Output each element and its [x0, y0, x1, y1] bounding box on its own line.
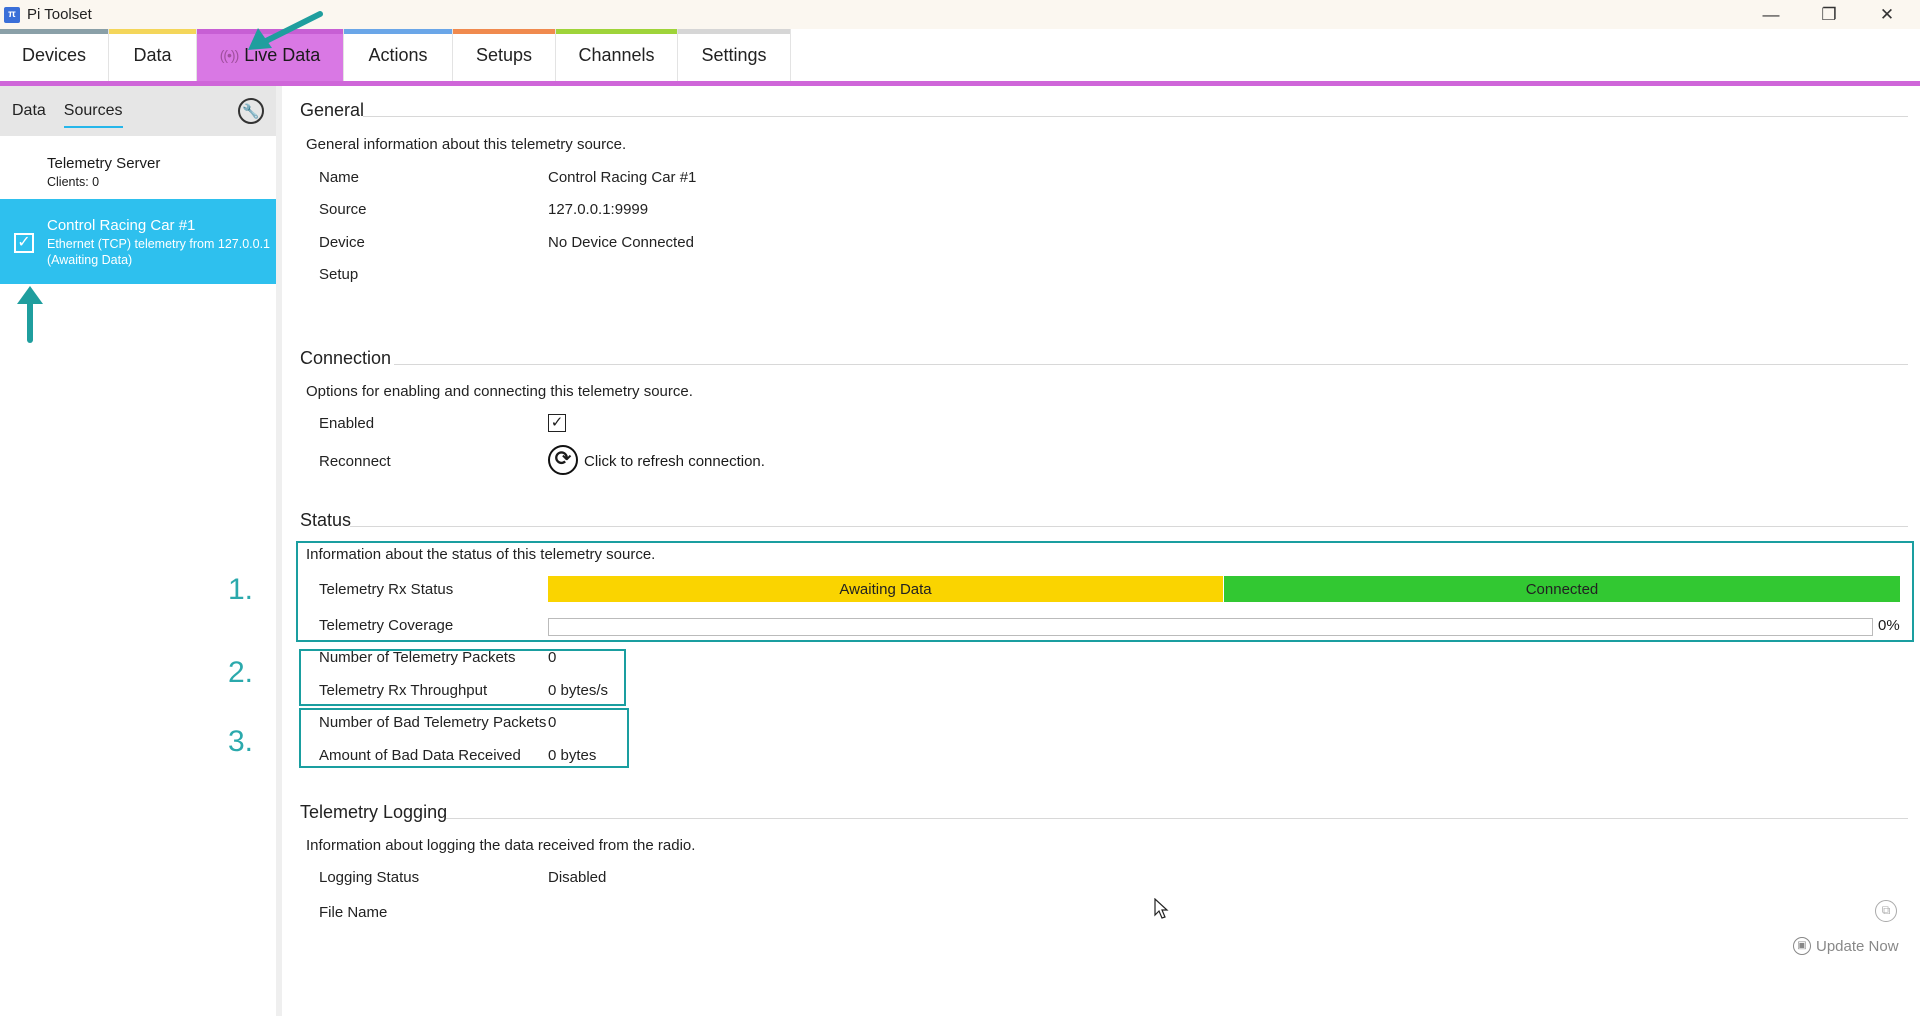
- source-value: 127.0.0.1:9999: [548, 201, 649, 218]
- tab-label: Setups: [475, 44, 533, 65]
- section-title-status: Status: [300, 510, 352, 530]
- tab-stripe: [556, 29, 677, 34]
- section-title-connection: Connection: [300, 348, 392, 368]
- file-name-label: File Name: [319, 904, 388, 921]
- source-status: (Awaiting Data): [47, 253, 133, 267]
- highlight-box-2: [299, 649, 626, 706]
- annotation-arrow-up: [17, 286, 43, 343]
- tab-stripe: [678, 29, 790, 34]
- section-title-logging: Telemetry Logging: [300, 802, 448, 822]
- window-title: Pi Toolset: [27, 6, 92, 23]
- source-title: Control Racing Car #1: [47, 217, 196, 234]
- section-title-general: General: [300, 100, 365, 120]
- tab-settings[interactable]: Settings: [678, 29, 791, 81]
- tab-devices[interactable]: Devices: [0, 29, 109, 81]
- tab-label: Settings: [701, 44, 767, 65]
- section-divider: [394, 364, 1908, 365]
- broadcast-icon: ((•)): [219, 47, 240, 63]
- source-checkbox[interactable]: ✓: [14, 233, 34, 253]
- device-value: No Device Connected: [548, 234, 694, 251]
- copy-icon[interactable]: ⧉: [1875, 900, 1897, 922]
- annotation-number-1: 1.: [228, 573, 254, 606]
- logging-description: Information about logging the data recei…: [306, 837, 696, 854]
- tab-label: Data: [133, 44, 172, 65]
- sidebar-tab-sources[interactable]: Sources: [58, 86, 129, 136]
- sidebar-tabs: Data Sources 🔧: [0, 86, 276, 136]
- source-item-control-racing-car[interactable]: ✓ Control Racing Car #1 Ethernet (TCP) t…: [0, 199, 276, 284]
- tab-label: Actions: [368, 44, 428, 65]
- section-divider: [350, 526, 1908, 527]
- reconnect-label: Reconnect: [319, 453, 391, 470]
- refresh-icon[interactable]: ⟳: [548, 445, 578, 475]
- highlight-box-1: [296, 541, 1914, 642]
- tab-stripe: [344, 29, 452, 34]
- update-now-button[interactable]: ▣ Update Now: [1793, 937, 1899, 955]
- section-divider: [446, 818, 1908, 819]
- connection-description: Options for enabling and connecting this…: [306, 383, 693, 400]
- general-description: General information about this telemetry…: [306, 136, 627, 153]
- name-label: Name: [319, 169, 360, 186]
- reconnect-text[interactable]: Click to refresh connection.: [584, 453, 765, 470]
- enabled-checkbox[interactable]: ✓: [548, 414, 566, 432]
- wrench-icon[interactable]: 🔧: [238, 98, 264, 124]
- source-title: Telemetry Server: [47, 155, 161, 172]
- mouse-cursor-icon: [1154, 898, 1169, 919]
- device-label: Device: [319, 234, 365, 251]
- close-button[interactable]: ✕: [1858, 0, 1916, 29]
- annotation-number-3: 3.: [228, 725, 254, 758]
- logging-status-value: Disabled: [548, 869, 607, 886]
- tab-label: Devices: [21, 44, 87, 65]
- tab-stripe: [0, 29, 108, 34]
- update-now-label: Update Now: [1816, 937, 1899, 955]
- tab-data[interactable]: Data: [109, 29, 197, 81]
- save-icon: ▣: [1793, 937, 1811, 955]
- setup-label: Setup: [319, 266, 359, 283]
- annotation-number-2: 2.: [228, 656, 254, 689]
- logging-status-label: Logging Status: [319, 869, 420, 886]
- name-value: Control Racing Car #1: [548, 169, 697, 186]
- source-details-panel: General General information about this t…: [288, 86, 1920, 1016]
- app-icon: π: [4, 6, 20, 23]
- tab-channels[interactable]: Channels: [556, 29, 678, 81]
- source-subtitle: Ethernet (TCP) telemetry from 127.0.0.1: [47, 237, 271, 251]
- tab-label: Channels: [578, 44, 655, 65]
- restore-button[interactable]: ❐: [1800, 0, 1858, 29]
- source-label: Source: [319, 201, 367, 218]
- source-item-telemetry-server[interactable]: Telemetry Server Clients: 0: [0, 136, 276, 199]
- tab-actions[interactable]: Actions: [344, 29, 453, 81]
- sidebar-tab-data[interactable]: Data: [6, 86, 52, 136]
- highlight-box-3: [299, 708, 629, 768]
- tab-setups[interactable]: Setups: [453, 29, 556, 81]
- tab-stripe: [453, 29, 555, 34]
- sources-sidebar: Data Sources 🔧 Telemetry Server Clients:…: [0, 86, 282, 1016]
- minimize-button[interactable]: —: [1742, 0, 1800, 29]
- enabled-label: Enabled: [319, 415, 375, 432]
- source-subtitle: Clients: 0: [47, 175, 100, 189]
- section-divider: [363, 116, 1908, 117]
- annotation-arrow-diagonal: [248, 11, 323, 50]
- tab-stripe: [109, 29, 196, 34]
